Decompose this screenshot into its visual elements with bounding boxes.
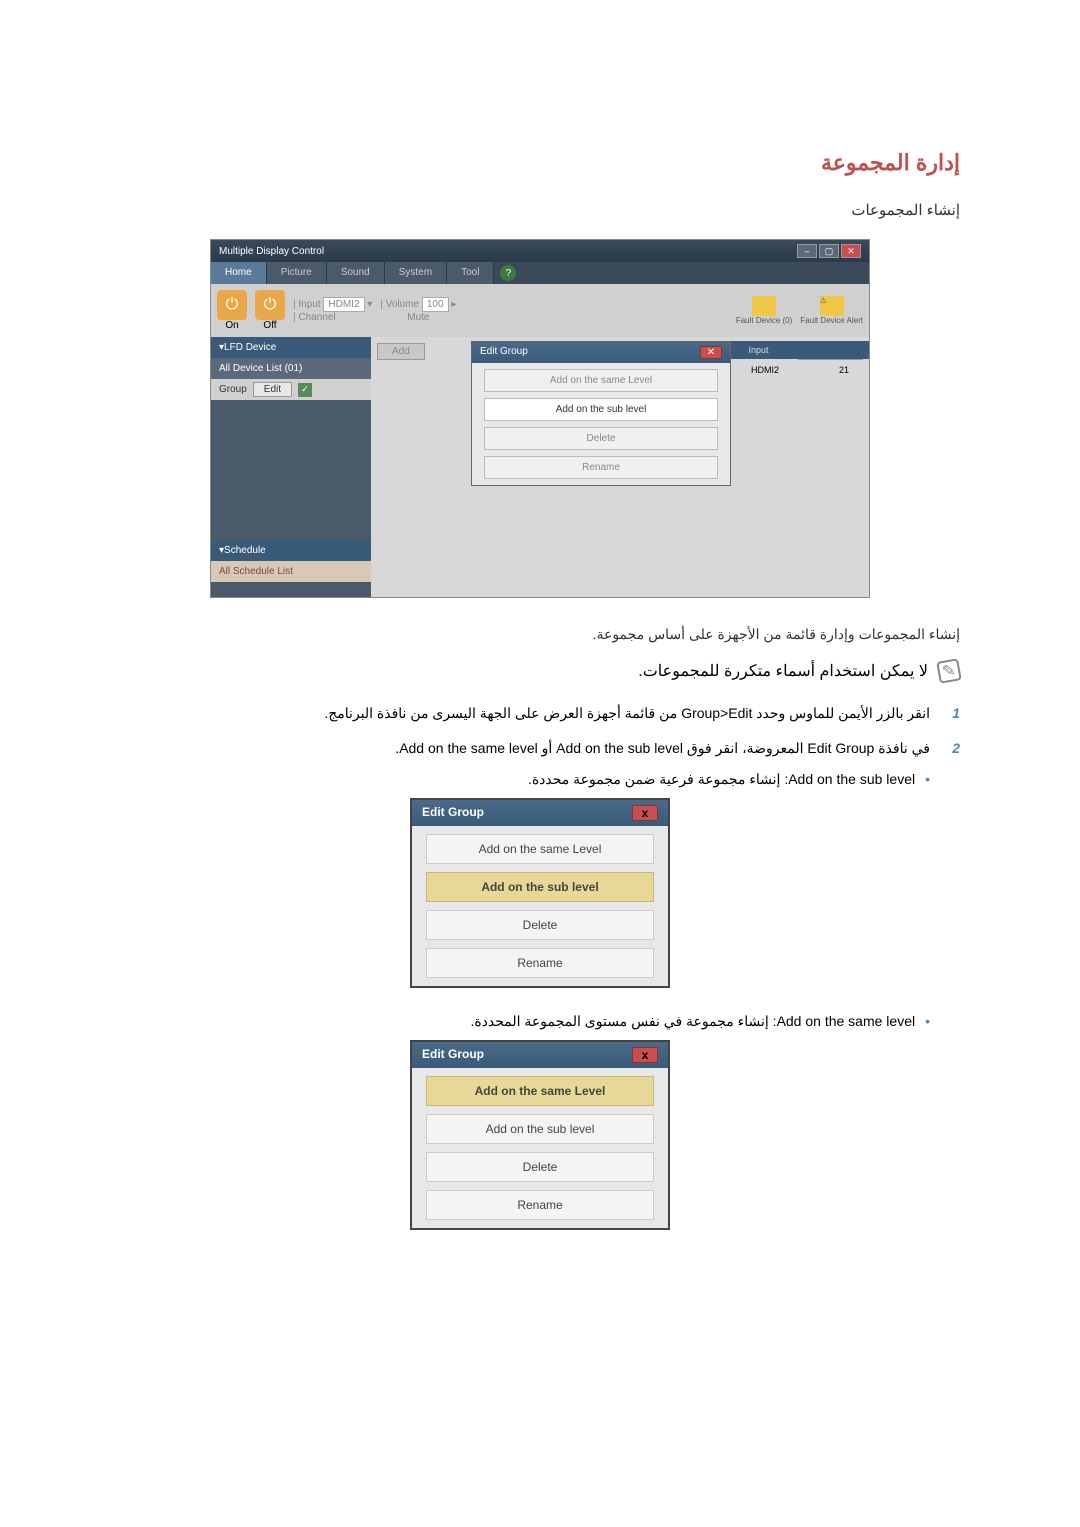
step-text: في نافذة Edit Group المعروضة، انقر فوق A… [395, 737, 930, 759]
tab-sound[interactable]: Sound [327, 262, 385, 284]
dialog-same-level: Edit Group x Add on the same Level Add o… [410, 1040, 670, 1230]
sidebar-group-row: Group Edit ✓ [211, 379, 371, 400]
titlebar: Multiple Display Control – ▢ ✕ [211, 240, 869, 262]
input-label: | Input [293, 299, 321, 310]
dialog-add-same-level[interactable]: Add on the same Level [426, 834, 654, 864]
dialog-add-same-level[interactable]: Add on the same Level [426, 1076, 654, 1106]
dialog-header: Edit Group x [412, 1042, 668, 1068]
tab-tool[interactable]: Tool [447, 262, 494, 284]
fault-device[interactable]: Fault Device (0) [736, 296, 792, 325]
step-2: 2 في نافذة Edit Group المعروضة، انقر فوق… [120, 737, 960, 759]
channel-label: | Channel [293, 312, 372, 323]
popup-add-same-level[interactable]: Add on the same Level [484, 369, 718, 392]
dialog-rename[interactable]: Rename [426, 1190, 654, 1220]
fault-alert[interactable]: ⚠Fault Device Alert [800, 296, 863, 325]
dialog-close-icon[interactable]: x [632, 805, 658, 821]
popup-rename[interactable]: Rename [484, 456, 718, 479]
input-select[interactable]: HDMI2 [323, 297, 364, 312]
bullet-sub-level: • Add on the sub level: إنشاء مجموعة فرع… [120, 771, 930, 788]
maximize-icon[interactable]: ▢ [819, 244, 839, 258]
main-panel: Add Refresh ower Input HDMI2 21 Edit Gro… [371, 337, 869, 597]
app-screenshot: Multiple Display Control – ▢ ✕ Home Pict… [210, 239, 870, 598]
step-number: 1 [942, 702, 960, 724]
popup-add-sub-level[interactable]: Add on the sub level [484, 398, 718, 421]
power-off-icon[interactable]: ⏻ [255, 290, 285, 320]
window-title: Multiple Display Control [219, 246, 324, 257]
bullet-text: Add on the sub level: إنشاء مجموعة فرعية… [528, 771, 915, 788]
mute-button[interactable]: Mute [407, 312, 429, 323]
volume-value[interactable]: 100 [422, 297, 449, 312]
fault-icon [752, 296, 776, 316]
alert-icon: ⚠ [820, 296, 844, 316]
dialog-header: Edit Group x [412, 800, 668, 826]
edit-button[interactable]: Edit [253, 382, 292, 397]
note: ✎ لا يمكن استخدام أسماء متكررة للمجموعات… [120, 660, 960, 682]
close-icon[interactable]: ✕ [841, 244, 861, 258]
bullet-same-level: • Add on the same level: إنشاء مجموعة في… [120, 1013, 930, 1030]
dialog-close-icon[interactable]: x [632, 1047, 658, 1063]
bullet-icon: • [925, 1013, 930, 1030]
description: إنشاء المجموعات وإدارة قائمة من الأجهزة … [120, 623, 960, 645]
window-buttons: – ▢ ✕ [797, 244, 861, 258]
tab-bar: Home Picture Sound System Tool ? [211, 262, 869, 284]
note-text: لا يمكن استخدام أسماء متكررة للمجموعات. [638, 661, 928, 681]
on-label: On [225, 320, 238, 331]
volume-label: | Volume [380, 299, 419, 310]
step-number: 2 [942, 737, 960, 759]
toolbar: ⏻ On ⏻ Off | Input HDMI2 ▾ | Channel | V… [211, 284, 869, 337]
power-on-icon[interactable]: ⏻ [217, 290, 247, 320]
tab-home[interactable]: Home [211, 262, 267, 284]
sidebar: ▾ LFD Device All Device List (01) Group … [211, 337, 371, 597]
step-text: انقر بالزر الأيمن للماوس وحدد Group>Edit… [324, 702, 930, 724]
note-icon: ✎ [936, 659, 961, 684]
page-title: إدارة المجموعة [120, 150, 960, 176]
dialog-delete[interactable]: Delete [426, 910, 654, 940]
popup-delete[interactable]: Delete [484, 427, 718, 450]
dialog-add-sub-level[interactable]: Add on the sub level [426, 1114, 654, 1144]
off-label: Off [263, 320, 276, 331]
popup-close-icon[interactable]: ✕ [700, 346, 722, 359]
edit-group-popup: Edit Group ✕ Add on the same Level Add o… [471, 341, 731, 486]
step-1: 1 انقر بالزر الأيمن للماوس وحدد Group>Ed… [120, 702, 960, 724]
sidebar-lfd-header[interactable]: ▾ LFD Device [211, 337, 371, 358]
bullet-text: Add on the same level: إنشاء مجموعة في ن… [470, 1013, 915, 1030]
dialog-delete[interactable]: Delete [426, 1152, 654, 1182]
check-icon[interactable]: ✓ [298, 383, 312, 397]
tab-picture[interactable]: Picture [267, 262, 327, 284]
add-button[interactable]: Add [377, 343, 425, 360]
sidebar-all-schedule[interactable]: All Schedule List [211, 561, 371, 582]
group-label: Group [219, 384, 247, 395]
sidebar-all-devices[interactable]: All Device List (01) [211, 358, 371, 379]
help-icon[interactable]: ? [500, 265, 516, 281]
dialog-rename[interactable]: Rename [426, 948, 654, 978]
popup-header: Edit Group ✕ [472, 342, 730, 363]
minimize-icon[interactable]: – [797, 244, 817, 258]
subtitle: إنشاء المجموعات [120, 201, 960, 219]
dialog-add-sub-level[interactable]: Add on the sub level [426, 872, 654, 902]
sidebar-schedule-header[interactable]: ▾ Schedule [211, 540, 371, 561]
bullet-icon: • [925, 771, 930, 788]
dialog-sub-level: Edit Group x Add on the same Level Add o… [410, 798, 670, 988]
tab-system[interactable]: System [385, 262, 447, 284]
